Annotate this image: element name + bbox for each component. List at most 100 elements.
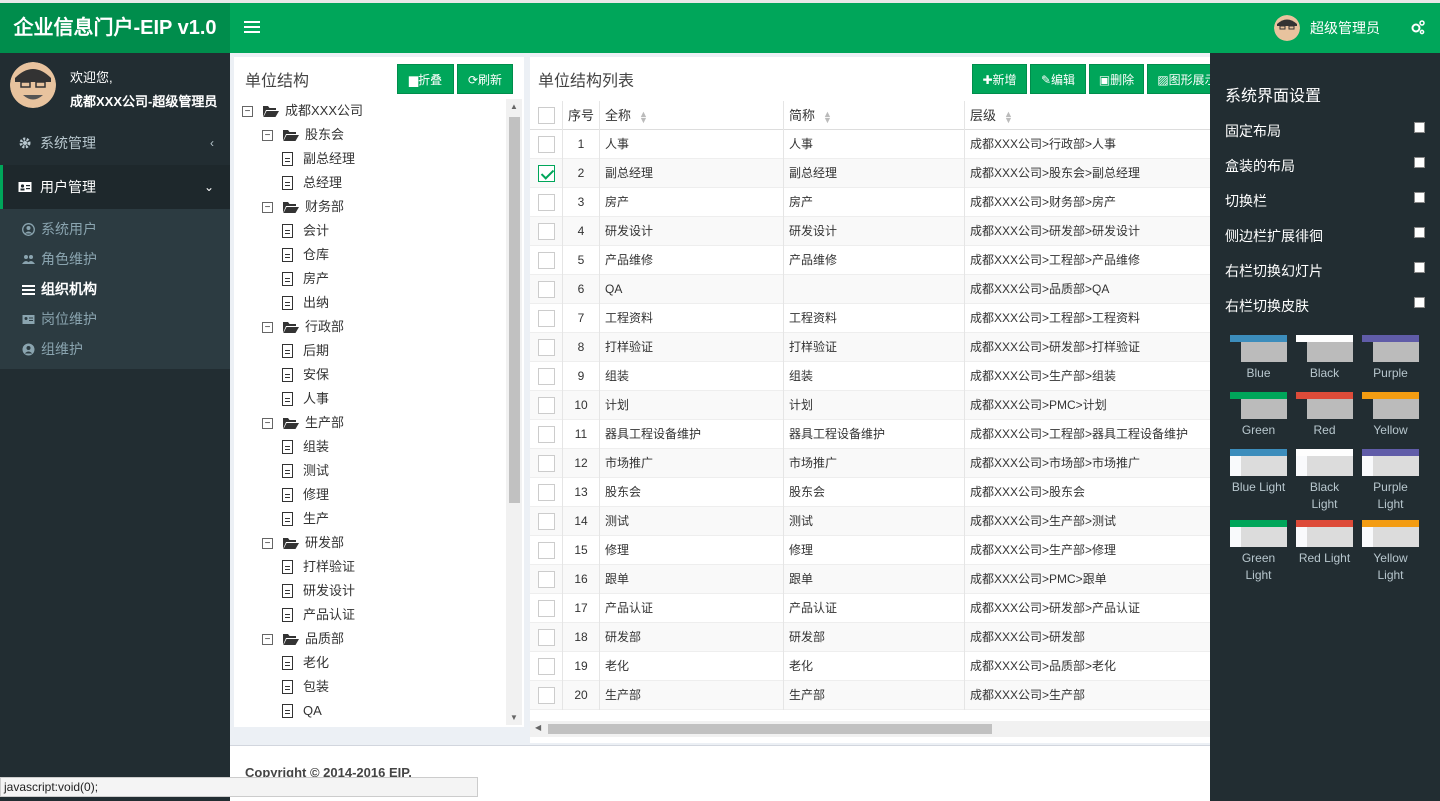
tree-node[interactable]: QA xyxy=(282,699,322,723)
tree-node[interactable]: 包装 xyxy=(282,675,329,699)
scrollbar-thumb[interactable] xyxy=(509,117,520,503)
user-menu[interactable]: 超级管理员 xyxy=(1274,13,1380,43)
tree-node[interactable]: 后期 xyxy=(282,339,329,363)
table-row[interactable]: 4 研发设计 研发设计 成都XXX公司>研发部>研发设计 xyxy=(530,217,1210,246)
col-name[interactable]: 全称 ▲ ▼ xyxy=(600,101,784,130)
option-checkbox[interactable] xyxy=(1414,297,1425,308)
scroll-left-icon[interactable]: ◀ xyxy=(535,723,541,732)
table-row[interactable]: 8 打样验证 打样验证 成都XXX公司>研发部>打样验证 xyxy=(530,333,1210,362)
sidebar-item-group[interactable]: 组维护 xyxy=(0,334,230,364)
table-row[interactable]: 5 产品维修 产品维修 成都XXX公司>工程部>产品维修 xyxy=(530,246,1210,275)
row-checkbox[interactable] xyxy=(538,252,555,269)
table-row[interactable]: 12 市场推广 市场推广 成都XXX公司>市场部>市场推广 xyxy=(530,449,1210,478)
collapse-toggle-icon[interactable]: − xyxy=(262,129,273,141)
skin-option[interactable]: Yellow Light xyxy=(1362,520,1419,584)
table-row[interactable]: 11 器具工程设备维护 器具工程设备维护 成都XXX公司>工程部>器具工程设备维护 xyxy=(530,420,1210,449)
table-row[interactable]: 1 人事 人事 成都XXX公司>行政部>人事 xyxy=(530,130,1210,159)
tree-node[interactable]: − 研发部 xyxy=(262,531,344,555)
row-checkbox[interactable] xyxy=(538,426,555,443)
row-checkbox[interactable] xyxy=(538,687,555,704)
row-checkbox[interactable] xyxy=(538,368,555,385)
option-checkbox[interactable] xyxy=(1414,227,1425,238)
tree-node[interactable]: 出纳 xyxy=(282,291,329,315)
row-checkbox[interactable] xyxy=(538,194,555,211)
delete-button[interactable]: ▣删除 xyxy=(1089,64,1144,94)
tree-node[interactable]: 修理 xyxy=(282,483,329,507)
row-checkbox[interactable] xyxy=(538,136,555,153)
skin-option[interactable]: Green Light xyxy=(1230,520,1287,584)
gears-icon[interactable] xyxy=(1410,19,1426,35)
skin-option[interactable]: Blue Light xyxy=(1230,449,1287,496)
tree-node[interactable]: − 财务部 xyxy=(262,195,344,219)
refresh-button[interactable]: ⟳刷新 xyxy=(457,64,513,94)
sidebar-item-position[interactable]: 岗位维护 xyxy=(0,304,230,334)
select-all-checkbox[interactable] xyxy=(538,107,555,124)
skin-option[interactable]: Black xyxy=(1296,335,1353,382)
tree-node[interactable]: 副总经理 xyxy=(282,147,355,171)
col-level[interactable]: 层级 ▲ ▼ xyxy=(965,101,1210,130)
sidebar-toggle-icon[interactable] xyxy=(244,18,260,38)
tree-node[interactable]: 会计 xyxy=(282,219,329,243)
table-row[interactable]: 13 股东会 股东会 成都XXX公司>股东会 xyxy=(530,478,1210,507)
tree-node[interactable]: 人事 xyxy=(282,387,329,411)
skin-option[interactable]: Green xyxy=(1230,392,1287,439)
skin-option[interactable]: Purple Light xyxy=(1362,449,1419,513)
edit-button[interactable]: ✎编辑 xyxy=(1030,64,1086,94)
sidebar-item-role[interactable]: 角色维护 xyxy=(0,244,230,274)
option-checkbox[interactable] xyxy=(1414,262,1425,273)
collapse-toggle-icon[interactable]: − xyxy=(262,633,273,645)
scroll-down-icon[interactable]: ▼ xyxy=(510,713,518,722)
table-row[interactable]: 17 产品认证 产品认证 成都XXX公司>研发部>产品认证 xyxy=(530,594,1210,623)
tree-node[interactable]: − 品质部 xyxy=(262,627,344,651)
tree-node[interactable]: 安保 xyxy=(282,363,329,387)
row-checkbox[interactable] xyxy=(538,542,555,559)
option-checkbox[interactable] xyxy=(1414,122,1425,133)
row-checkbox[interactable] xyxy=(538,397,555,414)
row-checkbox[interactable] xyxy=(538,165,555,182)
skin-option[interactable]: Red Light xyxy=(1296,520,1353,567)
sidebar-item-system-users[interactable]: 系统用户 xyxy=(0,214,230,244)
tree-node[interactable]: − 股东会 xyxy=(262,123,344,147)
option-checkbox[interactable] xyxy=(1414,192,1425,203)
add-button[interactable]: ✚新增 xyxy=(972,64,1027,94)
row-checkbox[interactable] xyxy=(538,339,555,356)
table-row[interactable]: 10 计划 计划 成都XXX公司>PMC>计划 xyxy=(530,391,1210,420)
collapse-toggle-icon[interactable]: − xyxy=(262,201,273,213)
row-checkbox[interactable] xyxy=(538,658,555,675)
table-row[interactable]: 15 修理 修理 成都XXX公司>生产部>修理 xyxy=(530,536,1210,565)
tree-scrollbar[interactable]: ▲ ▼ xyxy=(506,99,522,725)
scroll-up-icon[interactable]: ▲ xyxy=(510,102,518,111)
tree-node[interactable]: 房产 xyxy=(282,267,329,291)
tree-node[interactable]: 仓库 xyxy=(282,243,329,267)
row-checkbox[interactable] xyxy=(538,629,555,646)
logo[interactable]: 企业信息门户-EIP v1.0 xyxy=(0,3,230,53)
table-row[interactable]: 7 工程资料 工程资料 成都XXX公司>工程部>工程资料 xyxy=(530,304,1210,333)
collapse-toggle-icon[interactable]: − xyxy=(262,417,273,429)
skin-option[interactable]: Purple xyxy=(1362,335,1419,382)
table-row[interactable]: 9 组装 组装 成都XXX公司>生产部>组装 xyxy=(530,362,1210,391)
graph-view-button[interactable]: ▨图形展示 xyxy=(1147,64,1210,94)
table-row[interactable]: 16 跟单 跟单 成都XXX公司>PMC>跟单 xyxy=(530,565,1210,594)
tree-node[interactable]: 研发设计 xyxy=(282,579,355,603)
row-checkbox[interactable] xyxy=(538,310,555,327)
scrollbar-thumb[interactable] xyxy=(548,724,992,734)
nav-user-management[interactable]: 用户管理 ⌄ xyxy=(0,165,230,209)
row-checkbox[interactable] xyxy=(538,223,555,240)
skin-option[interactable]: Blue xyxy=(1230,335,1287,382)
skin-option[interactable]: Black Light xyxy=(1296,449,1353,513)
table-row[interactable]: 19 老化 老化 成都XXX公司>品质部>老化 xyxy=(530,652,1210,681)
tree-node[interactable]: 老化 xyxy=(282,651,329,675)
option-checkbox[interactable] xyxy=(1414,157,1425,168)
table-row[interactable]: 6 QA 成都XXX公司>品质部>QA xyxy=(530,275,1210,304)
tree-node[interactable]: − 生产部 xyxy=(262,411,344,435)
tree-node[interactable]: 组装 xyxy=(282,435,329,459)
table-row[interactable]: 20 生产部 生产部 成都XXX公司>生产部 xyxy=(530,681,1210,710)
row-checkbox[interactable] xyxy=(538,455,555,472)
tree-node[interactable]: 产品认证 xyxy=(282,603,355,627)
skin-option[interactable]: Red xyxy=(1296,392,1353,439)
table-row[interactable]: 2 副总经理 副总经理 成都XXX公司>股东会>副总经理 xyxy=(530,159,1210,188)
skin-option[interactable]: Yellow xyxy=(1362,392,1419,439)
tree-node[interactable]: 打样验证 xyxy=(282,555,355,579)
nav-system-management[interactable]: 系统管理 ‹ xyxy=(0,121,230,165)
row-checkbox[interactable] xyxy=(538,484,555,501)
